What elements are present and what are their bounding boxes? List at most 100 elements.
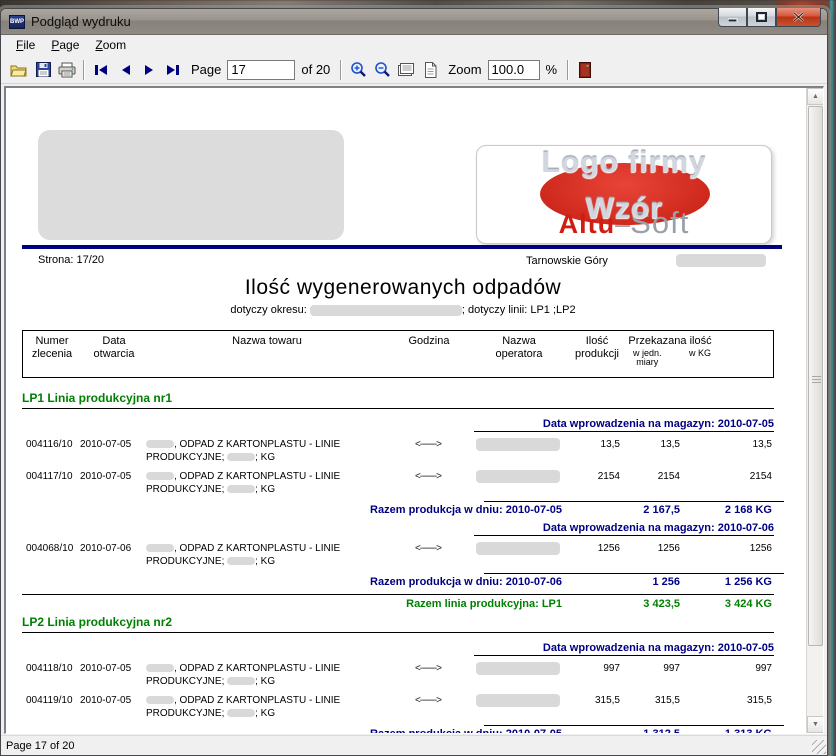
redacted-code: [146, 664, 174, 672]
product-cell: , ODPAD Z KARTONPLASTU - LINIEPRODUKCYJN…: [146, 470, 386, 496]
col-header-kg: w KG: [689, 349, 711, 367]
zoom-out-icon: [374, 61, 391, 78]
redacted-operator: [476, 694, 560, 707]
previous-page-icon: [119, 64, 132, 76]
section-heading-lp2: LP2 Linia produkcyjna nr2: [22, 615, 774, 633]
redacted-code: [227, 557, 255, 565]
operator-cell: [470, 542, 566, 568]
table-row: 004116/10 2010-07-05 , ODPAD Z KARTONPLA…: [22, 432, 774, 464]
day-sum-row: Razem produkcja w dniu: 2010-07-05 1 312…: [22, 726, 774, 734]
product-cell: , ODPAD Z KARTONPLASTU - LINIEPRODUKCYJN…: [146, 662, 386, 688]
operator-cell: [470, 470, 566, 496]
print-button[interactable]: [55, 58, 79, 82]
close-icon: [793, 12, 804, 22]
vertical-scrollbar[interactable]: ▲ ▼: [806, 88, 823, 733]
redacted-code: [227, 485, 255, 493]
hours-cell: <------->: [386, 662, 470, 688]
zoom-value-input[interactable]: [488, 60, 540, 80]
group-date-header: Data wprowadzenia na magazyn: 2010-07-05: [22, 642, 774, 656]
group-date-header: Data wprowadzenia na magazyn: 2010-07-06: [22, 522, 774, 536]
menu-file[interactable]: File: [8, 36, 43, 54]
toolbar: Page of 20: [1, 56, 827, 84]
col-header-operator: Nazwaoperatora: [471, 335, 567, 377]
report-subtitle: dotyczy okresu: ; dotyczy linii: LP1 ;LP…: [20, 304, 786, 316]
zoom-percent-label: %: [546, 62, 558, 77]
scrollbar-thumb[interactable]: [808, 106, 823, 646]
menu-bar: File Page Zoom: [1, 35, 827, 56]
report-title: Ilość wygenerowanych odpadów: [20, 276, 786, 300]
redacted-code: [146, 544, 174, 552]
redacted-operator: [476, 662, 560, 675]
day-sum-row: Razem produkcja w dniu: 2010-07-05 2 167…: [22, 502, 774, 516]
zoom-in-button[interactable]: [346, 58, 370, 82]
subtitle-suffix: ; dotyczy linii: LP1 ;LP2: [462, 304, 576, 316]
maximize-button[interactable]: [747, 8, 776, 27]
save-floppy-icon: [36, 62, 51, 77]
exit-button[interactable]: [573, 58, 597, 82]
redacted-operator: [476, 470, 560, 483]
company-logo: Altu–Soft Logo firmy Wzór: [476, 145, 772, 244]
redacted-code: [227, 677, 255, 685]
app-icon: BWP: [9, 15, 25, 29]
table-header: Numerzlecenia Dataotwarcia Nazwa towaru …: [22, 330, 774, 378]
close-button[interactable]: [776, 8, 821, 27]
redacted-period: [310, 305, 462, 316]
exit-door-icon: [579, 62, 591, 78]
operator-cell: [470, 438, 566, 464]
col-header-hours: Godzina: [387, 335, 471, 377]
redacted-date: [676, 254, 766, 267]
header-rule: [22, 245, 782, 249]
report-header: Altu–Soft Logo firmy Wzór Strona: 17/20 …: [20, 92, 786, 330]
col-header-order: Numerzlecenia: [23, 335, 81, 377]
col-header-units: w jedn.miary: [633, 349, 662, 367]
window-title: Podgląd wydruku: [31, 14, 131, 29]
product-cell: , ODPAD Z KARTONPLASTU - LINIEPRODUKCYJN…: [146, 438, 386, 464]
col-header-product: Nazwa towaru: [147, 335, 387, 377]
title-bar[interactable]: BWP Podgląd wydruku: [1, 9, 827, 35]
table-row: 004118/10 2010-07-05 , ODPAD Z KARTONPLA…: [22, 656, 774, 688]
hours-cell: <------->: [386, 438, 470, 464]
redacted-operator: [476, 438, 560, 451]
zoom-in-icon: [350, 61, 367, 78]
table-row: 004119/10 2010-07-05 , ODPAD Z KARTONPLA…: [22, 688, 774, 720]
table-row: 004068/10 2010-07-06 , ODPAD Z KARTONPLA…: [22, 536, 774, 568]
whole-page-button[interactable]: [418, 58, 442, 82]
print-preview-window: BWP Podgląd wydruku File Page Zoom: [0, 8, 828, 756]
report-page: Altu–Soft Logo firmy Wzór Strona: 17/20 …: [20, 92, 786, 734]
fit-width-button[interactable]: [394, 58, 418, 82]
product-cell: , ODPAD Z KARTONPLASTU - LINIEPRODUKCYJN…: [146, 542, 386, 568]
line-total-row: Razem linia produkcyjna: LP1 3 423,5 3 4…: [22, 594, 774, 610]
page-number-input[interactable]: [227, 60, 295, 80]
city-label: Tarnowskie Góry: [526, 255, 608, 267]
last-page-button[interactable]: [161, 58, 185, 82]
resize-grip[interactable]: [812, 740, 826, 754]
hours-cell: <------->: [386, 470, 470, 496]
scroll-up-button[interactable]: ▲: [807, 88, 824, 105]
logo-watermark-line1: Logo firmy: [477, 146, 771, 180]
col-header-transferred: Przekazana ilość w jedn.miary w KG: [627, 335, 713, 377]
minimize-button[interactable]: [718, 8, 747, 27]
open-button[interactable]: [7, 58, 31, 82]
first-page-button[interactable]: [89, 58, 113, 82]
redacted-code: [146, 696, 174, 704]
page-of-label: of 20: [301, 62, 330, 77]
toolbar-separator: [340, 60, 342, 80]
zoom-out-button[interactable]: [370, 58, 394, 82]
day-sum-row: Razem produkcja w dniu: 2010-07-06 1 256…: [22, 574, 774, 588]
whole-page-icon: [424, 62, 437, 78]
previous-page-button[interactable]: [113, 58, 137, 82]
save-button[interactable]: [31, 58, 55, 82]
hours-cell: <------->: [386, 542, 470, 568]
redacted-operator: [476, 542, 560, 555]
menu-zoom[interactable]: Zoom: [87, 36, 134, 54]
thumb-grip: [812, 376, 821, 384]
next-page-button[interactable]: [137, 58, 161, 82]
redacted-code: [227, 709, 255, 717]
toolbar-separator: [567, 60, 569, 80]
page-indicator: Strona: 17/20: [38, 254, 104, 266]
operator-cell: [470, 662, 566, 688]
redacted-code: [227, 453, 255, 461]
menu-page[interactable]: Page: [43, 36, 87, 54]
scroll-down-button[interactable]: ▼: [807, 716, 824, 733]
minimize-icon: [728, 13, 738, 22]
